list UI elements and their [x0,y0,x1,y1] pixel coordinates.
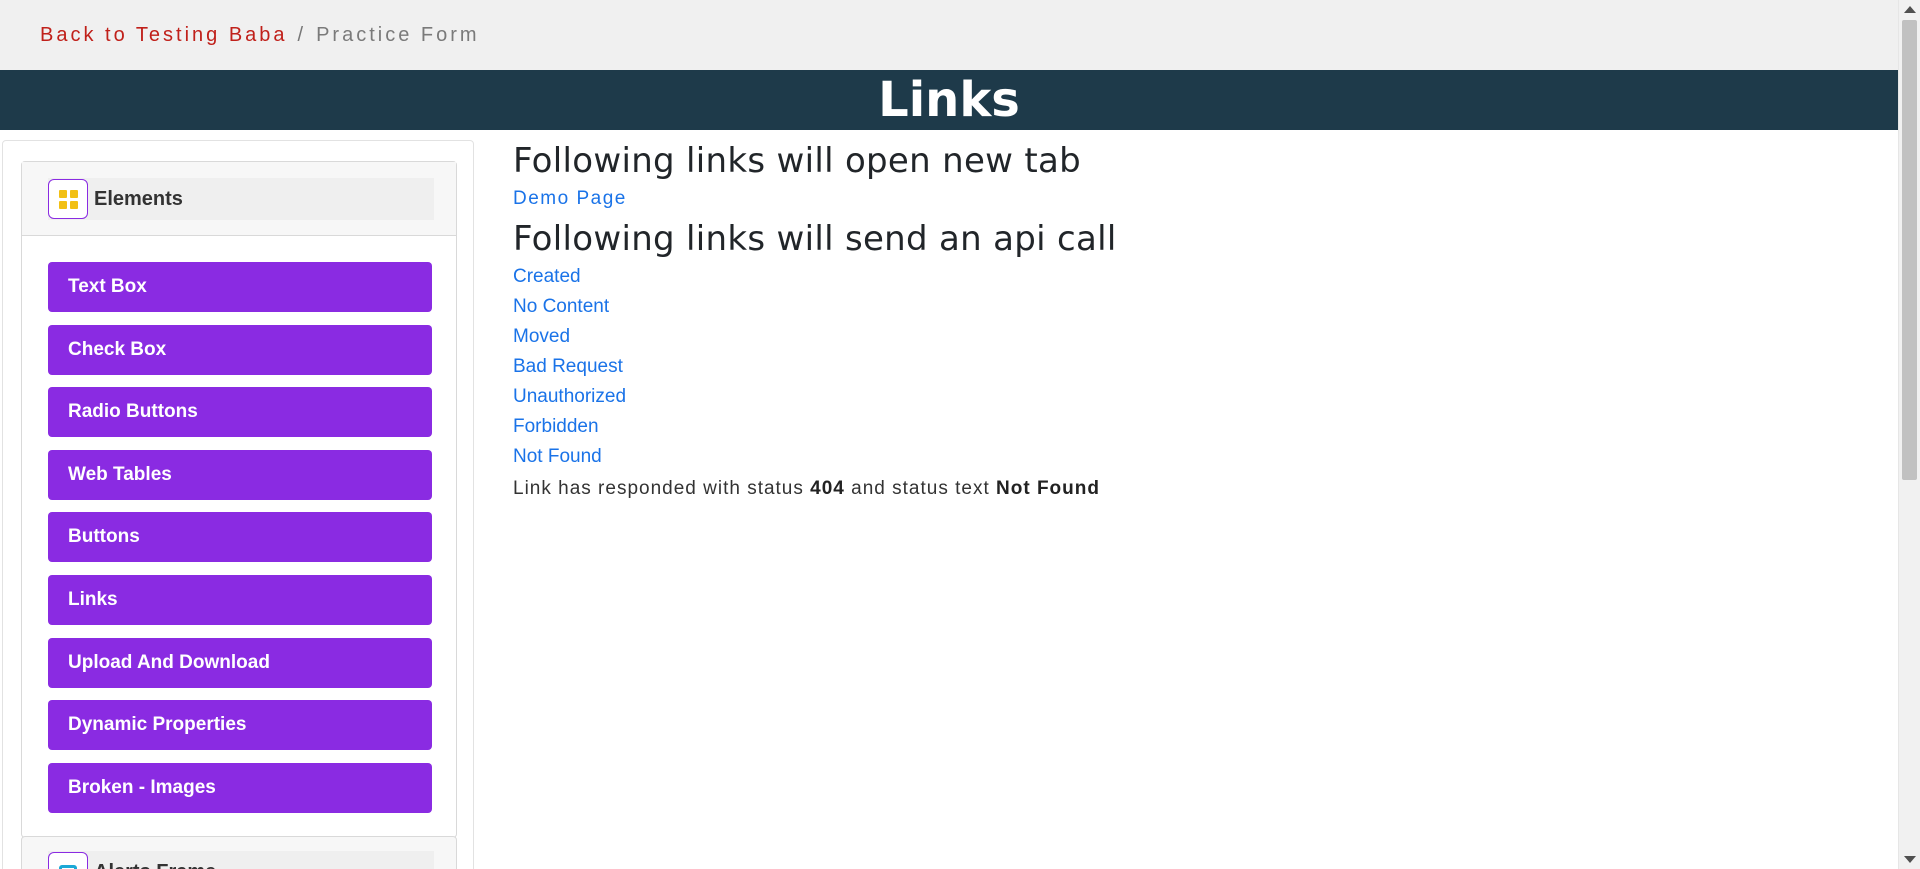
scroll-up-arrow-icon[interactable] [1904,6,1916,13]
response-middle: and status text [851,478,990,499]
not-found-link[interactable]: Not Found [513,442,1873,472]
response-status-code: 404 [810,478,845,499]
created-link[interactable]: Created [513,262,1873,292]
alerts-frame-group-title: Alerts Frame [94,861,216,869]
elements-group: Elements Text Box Check Box Radio Button… [21,161,457,838]
page-title: Links [878,72,1020,128]
sidebar: Elements Text Box Check Box Radio Button… [2,140,474,869]
menu-item-links[interactable]: Links [48,574,432,625]
menu-item-buttons[interactable]: Buttons [48,512,432,563]
no-content-link[interactable]: No Content [513,292,1873,322]
menu-item-check-box[interactable]: Check Box [48,324,432,375]
response-status-text: Not Found [996,478,1100,499]
demo-page-link[interactable]: Demo Page [513,184,1873,214]
menu-item-web-tables[interactable]: Web Tables [48,449,432,500]
elements-group-header[interactable]: Elements [22,162,456,236]
breadcrumb-current: Practice Form [316,23,480,46]
breadcrumb-back-link[interactable]: Back to Testing Baba [40,24,288,47]
elements-menu: Text Box Check Box Radio Buttons Web Tab… [48,262,432,825]
window-icon [48,852,88,869]
menu-item-broken-images[interactable]: Broken - Images [48,762,432,813]
response-prefix: Link has responded with status [513,478,804,499]
elements-group-title: Elements [94,187,183,210]
scroll-down-arrow-icon[interactable] [1904,856,1916,863]
menu-item-text-box[interactable]: Text Box [48,262,432,312]
bad-request-link[interactable]: Bad Request [513,352,1873,382]
menu-item-radio-buttons[interactable]: Radio Buttons [48,387,432,438]
forbidden-link[interactable]: Forbidden [513,412,1873,442]
elements-group-header-inner: Elements [48,178,434,220]
breadcrumb-separator: / [297,23,307,46]
vertical-scrollbar[interactable] [1898,0,1920,869]
api-call-heading: Following links will send an api call [513,219,1117,259]
menu-item-dynamic-properties[interactable]: Dynamic Properties [48,700,432,751]
scrollbar-thumb[interactable] [1902,20,1917,480]
menu-item-upload-and-download[interactable]: Upload And Download [48,637,432,688]
moved-link[interactable]: Moved [513,322,1873,352]
new-tab-heading: Following links will open new tab [513,141,1082,181]
unauthorized-link[interactable]: Unauthorized [513,382,1873,412]
page-title-bar: Links [0,70,1898,130]
link-response-message: Link has responded with status 404 and s… [513,474,1873,504]
grid-icon [48,179,88,219]
main-content: Following links will open new tab Demo P… [513,138,1873,504]
alerts-frame-group-header: Alerts Frame [48,851,434,869]
breadcrumb: Back to Testing Baba / Practice Form [0,0,1898,70]
alerts-frame-group[interactable]: Alerts Frame [21,836,457,869]
